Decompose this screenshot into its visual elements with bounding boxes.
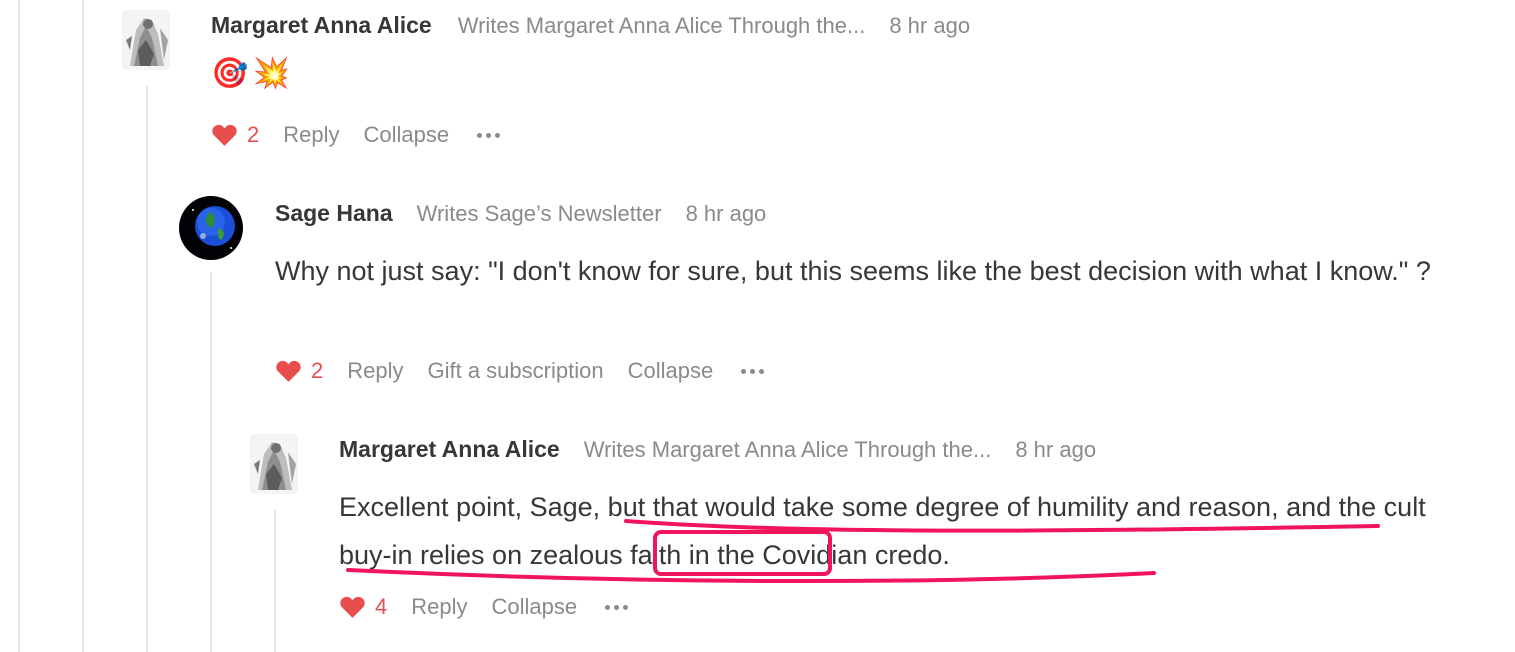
like-button[interactable]: 2	[275, 358, 323, 384]
reply-button[interactable]: Reply	[347, 358, 403, 384]
publication-link[interactable]: Writes Margaret Anna Alice Through the..…	[458, 13, 866, 39]
heart-icon	[276, 360, 301, 382]
boxed-text: zealous faith	[529, 540, 682, 570]
avatar[interactable]	[179, 196, 243, 260]
comment-meta: Margaret Anna Alice Writes Margaret Anna…	[339, 436, 1459, 463]
text-segment: Excellent point, Sage,	[339, 492, 608, 522]
avatar[interactable]	[122, 10, 170, 70]
heart-icon	[340, 596, 365, 618]
timestamp[interactable]: 8 hr ago	[889, 13, 970, 39]
gift-subscription-button[interactable]: Gift a subscription	[428, 358, 604, 384]
author-name[interactable]: Margaret Anna Alice	[211, 12, 432, 39]
timestamp[interactable]: 8 hr ago	[1015, 437, 1096, 463]
comment: Margaret Anna Alice Writes Margaret Anna…	[339, 436, 1459, 579]
like-button[interactable]: 4	[339, 594, 387, 620]
more-icon[interactable]	[477, 125, 501, 145]
like-count: 2	[247, 122, 260, 147]
like-button[interactable]: 2	[211, 122, 259, 148]
avatar-engraving-icon	[122, 10, 170, 70]
heart-icon	[212, 124, 237, 146]
comment-meta: Sage Hana Writes Sage’s Newsletter 8 hr …	[275, 200, 1455, 227]
comment-body: 🎯 💥	[211, 57, 970, 91]
avatar[interactable]	[250, 434, 298, 494]
avatar-earth-icon	[179, 196, 243, 260]
like-count: 4	[375, 594, 388, 619]
comment-actions: 2 Reply Gift a subscription Collapse	[275, 358, 765, 384]
text-segment: , and	[1271, 492, 1339, 522]
underlined-text: but that would take some degree of humil…	[607, 492, 1272, 522]
collapse-button[interactable]: Collapse	[364, 122, 450, 148]
reply-button[interactable]: Reply	[283, 122, 339, 148]
comment-actions: 2 Reply Collapse	[211, 122, 501, 148]
underlined-text: in the Covidian credo.	[681, 540, 950, 570]
more-icon[interactable]	[741, 361, 765, 381]
collapse-button[interactable]: Collapse	[628, 358, 714, 384]
comment: Margaret Anna Alice Writes Margaret Anna…	[211, 12, 970, 91]
author-name[interactable]: Margaret Anna Alice	[339, 436, 560, 463]
direct-hit-emoji: 🎯	[211, 57, 249, 90]
more-icon[interactable]	[605, 597, 629, 617]
thread-line-level1	[82, 0, 84, 652]
comment-body: Why not just say: "I don't know for sure…	[275, 256, 1431, 286]
avatar-engraving-icon	[250, 434, 298, 494]
thread-line-level3[interactable]	[210, 272, 212, 652]
reply-button[interactable]: Reply	[411, 594, 467, 620]
thread-line-level4[interactable]	[274, 510, 276, 652]
comment-body: Excellent point, Sage, but that would ta…	[339, 483, 1459, 579]
thread-line-level2[interactable]	[146, 86, 148, 652]
thread-line-outer	[18, 0, 20, 652]
publication-link[interactable]: Writes Margaret Anna Alice Through the..…	[584, 437, 992, 463]
comment: Sage Hana Writes Sage’s Newsletter 8 hr …	[275, 200, 1455, 295]
comment-actions: 4 Reply Collapse	[339, 594, 629, 620]
like-count: 2	[311, 358, 324, 383]
publication-link[interactable]: Writes Sage’s Newsletter	[417, 201, 662, 227]
collision-emoji: 💥	[252, 57, 291, 90]
comment-meta: Margaret Anna Alice Writes Margaret Anna…	[211, 12, 970, 39]
timestamp[interactable]: 8 hr ago	[686, 201, 767, 227]
author-name[interactable]: Sage Hana	[275, 200, 393, 227]
collapse-button[interactable]: Collapse	[492, 594, 578, 620]
